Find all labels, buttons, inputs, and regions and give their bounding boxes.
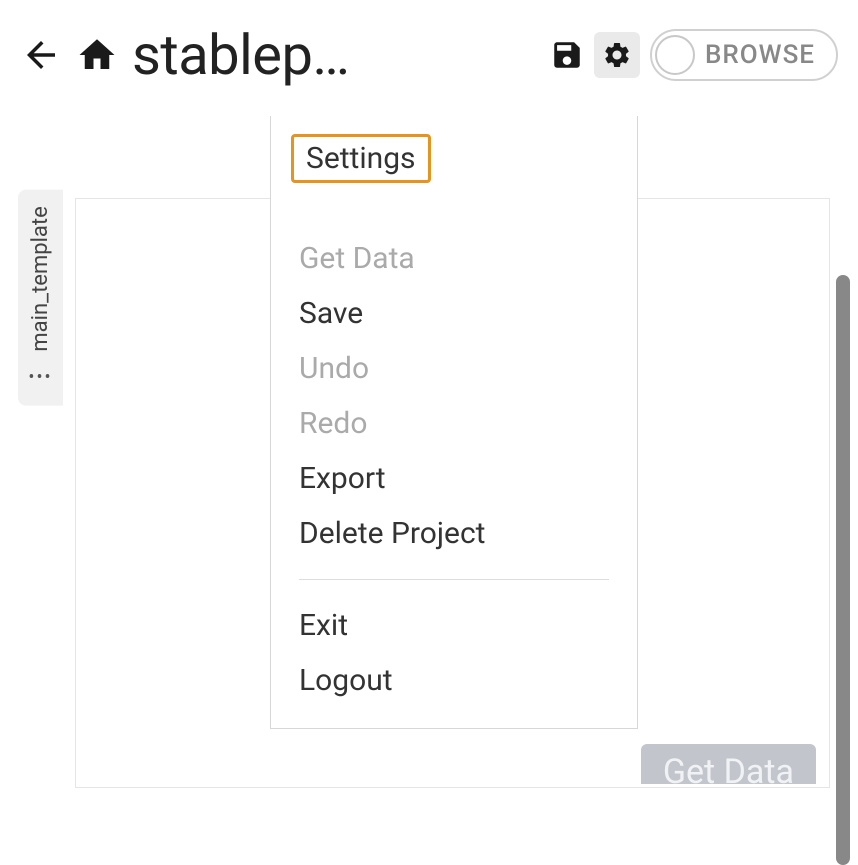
gear-icon[interactable] bbox=[594, 32, 640, 78]
template-tab-label: main_template bbox=[28, 206, 53, 351]
toggle-knob[interactable] bbox=[655, 35, 695, 75]
menu-item-delete-project[interactable]: Delete Project bbox=[271, 506, 637, 561]
settings-dropdown-menu: Settings Get Data Save Undo Redo Export … bbox=[270, 116, 638, 729]
menu-divider bbox=[299, 579, 609, 580]
project-title: stablep… bbox=[132, 22, 349, 88]
menu-item-logout[interactable]: Logout bbox=[271, 653, 637, 708]
toolbar: stablep… BROWSE bbox=[0, 0, 858, 110]
menu-item-save[interactable]: Save bbox=[271, 286, 637, 341]
back-arrow-icon[interactable] bbox=[20, 34, 62, 76]
menu-item-settings[interactable]: Settings bbox=[291, 134, 431, 183]
template-tab[interactable]: ••• main_template bbox=[18, 190, 63, 406]
toolbar-right: BROWSE bbox=[550, 29, 838, 81]
more-dots-icon[interactable]: ••• bbox=[28, 367, 52, 388]
menu-spacer bbox=[271, 191, 637, 231]
scrollbar[interactable] bbox=[836, 275, 850, 865]
get-data-button[interactable]: Get Data bbox=[641, 744, 816, 784]
save-icon[interactable] bbox=[550, 38, 584, 72]
menu-item-export[interactable]: Export bbox=[271, 451, 637, 506]
browse-toggle-pill[interactable]: BROWSE bbox=[650, 29, 838, 81]
menu-item-undo[interactable]: Undo bbox=[271, 341, 637, 396]
browse-label: BROWSE bbox=[705, 40, 833, 70]
menu-item-exit[interactable]: Exit bbox=[271, 598, 637, 653]
menu-item-get-data[interactable]: Get Data bbox=[271, 231, 637, 286]
menu-item-redo[interactable]: Redo bbox=[271, 396, 637, 451]
toolbar-left: stablep… bbox=[20, 22, 540, 88]
scrollbar-thumb[interactable] bbox=[836, 275, 850, 865]
home-icon[interactable] bbox=[76, 34, 118, 76]
